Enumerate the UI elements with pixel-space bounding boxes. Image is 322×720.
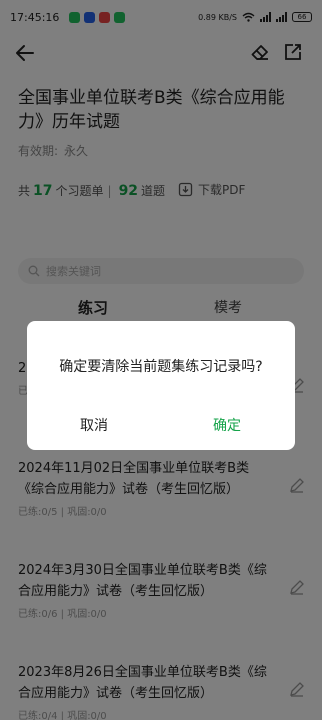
confirm-dialog: 确定要清除当前题集练习记录吗? 取消 确定 [27,321,295,450]
cancel-button[interactable]: 取消 [80,415,108,435]
dialog-message: 确定要清除当前题集练习记录吗? [59,359,263,375]
confirm-button[interactable]: 确定 [213,415,241,435]
